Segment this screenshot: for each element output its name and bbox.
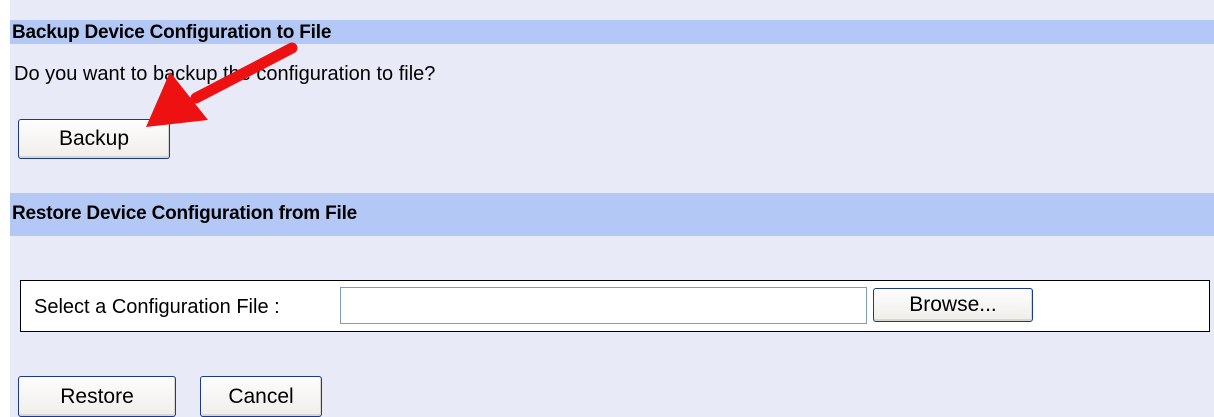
backup-question-text: Do you want to backup the configuration …: [14, 63, 436, 85]
backup-button[interactable]: Backup: [18, 119, 170, 159]
backup-restore-page: Backup Device Configuration to File Do y…: [0, 0, 1214, 417]
restore-button[interactable]: Restore: [18, 376, 176, 417]
cancel-button[interactable]: Cancel: [200, 376, 322, 417]
backup-section-header: Backup Device Configuration to File: [10, 20, 1214, 44]
browse-button[interactable]: Browse...: [873, 288, 1033, 322]
config-file-label: Select a Configuration File :: [34, 296, 280, 318]
config-file-input[interactable]: [340, 287, 867, 324]
restore-section-header: Restore Device Configuration from File: [10, 193, 1214, 236]
